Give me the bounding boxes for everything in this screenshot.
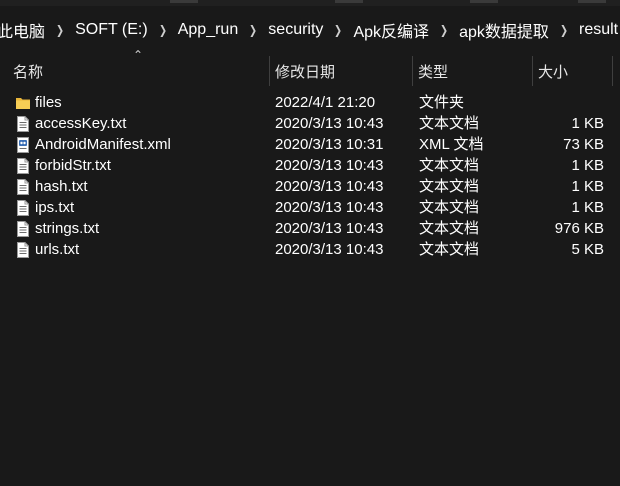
file-type: 文本文档: [419, 199, 480, 216]
text-file-icon: [16, 220, 30, 237]
file-name: files: [35, 94, 62, 111]
file-date: 2020/3/13 10:43: [275, 115, 384, 132]
file-type: 文本文档: [419, 241, 480, 258]
file-size: 1 KB: [571, 115, 604, 132]
ribbon-edge: [0, 0, 620, 6]
file-row[interactable]: AndroidManifest.xml 2020/3/13 10:31 XML …: [0, 134, 620, 155]
file-size: 1 KB: [571, 157, 604, 174]
breadcrumb-item-soft-drive[interactable]: SOFT (E:): [69, 21, 154, 39]
column-header-size-label: 大小: [538, 63, 569, 81]
breadcrumb: 此电脑 ❯ SOFT (E:) ❯ App_run ❯ security ❯ A…: [0, 10, 620, 50]
file-name-cell: files: [16, 92, 62, 113]
text-file-icon: [16, 241, 30, 258]
file-name-cell: hash.txt: [16, 176, 88, 197]
file-row[interactable]: ips.txt 2020/3/13 10:43 文本文档 1 KB: [0, 197, 620, 218]
file-row[interactable]: files 2022/4/1 21:20 文件夹: [0, 92, 620, 113]
file-type: 文本文档: [419, 115, 480, 132]
file-row[interactable]: accessKey.txt 2020/3/13 10:43 文本文档 1 KB: [0, 113, 620, 134]
file-date: 2020/3/13 10:43: [275, 157, 384, 174]
file-name: forbidStr.txt: [35, 157, 111, 174]
file-row[interactable]: urls.txt 2020/3/13 10:43 文本文档 5 KB: [0, 239, 620, 260]
text-file-icon: [16, 115, 30, 132]
column-resize-handle[interactable]: [612, 56, 613, 86]
file-name: AndroidManifest.xml: [35, 136, 171, 153]
file-name: ips.txt: [35, 199, 75, 216]
column-header-date-label: 修改日期: [275, 63, 336, 81]
chevron-right-icon[interactable]: ❯: [557, 23, 571, 37]
chevron-right-icon[interactable]: ❯: [155, 23, 169, 37]
chevron-right-icon[interactable]: ❯: [246, 23, 260, 37]
text-file-icon: [16, 157, 30, 174]
breadcrumb-item-app-run[interactable]: App_run: [172, 21, 245, 39]
chevron-right-icon[interactable]: ❯: [437, 23, 451, 37]
text-file-icon: [16, 199, 30, 216]
file-size: 976 KB: [554, 220, 604, 237]
file-name-cell: ips.txt: [16, 197, 74, 218]
column-header-type-label: 类型: [418, 63, 449, 81]
file-name-cell: accessKey.txt: [16, 113, 126, 134]
file-type: 文本文档: [419, 157, 480, 174]
file-name: hash.txt: [35, 178, 88, 195]
breadcrumb-item-result[interactable]: result: [573, 21, 620, 39]
file-name-cell: forbidStr.txt: [16, 155, 111, 176]
column-header-row: ⌃ 名称 修改日期 类型 大小: [0, 48, 620, 88]
file-date: 2020/3/13 10:31: [275, 136, 384, 153]
column-header-size[interactable]: 大小: [532, 54, 612, 88]
breadcrumb-item-this-pc[interactable]: 此电脑: [0, 18, 51, 42]
file-type: 文本文档: [419, 220, 480, 237]
chevron-right-icon[interactable]: ❯: [331, 23, 345, 37]
column-header-date[interactable]: 修改日期: [269, 54, 412, 88]
file-date: 2020/3/13 10:43: [275, 241, 384, 258]
file-name-cell: AndroidManifest.xml: [16, 134, 171, 155]
file-size: 1 KB: [571, 178, 604, 195]
file-date: 2020/3/13 10:43: [275, 220, 384, 237]
file-size: 73 KB: [563, 136, 604, 153]
file-row[interactable]: forbidStr.txt 2020/3/13 10:43 文本文档 1 KB: [0, 155, 620, 176]
folder-icon: [16, 95, 30, 111]
file-name-cell: urls.txt: [16, 239, 79, 260]
breadcrumb-item-apk-decompile[interactable]: Apk反编译: [347, 18, 435, 42]
file-date: 2020/3/13 10:43: [275, 178, 384, 195]
file-type: 文件夹: [419, 94, 465, 111]
file-row[interactable]: strings.txt 2020/3/13 10:43 文本文档 976 KB: [0, 218, 620, 239]
breadcrumb-item-apk-data-extract[interactable]: apk数据提取: [453, 18, 555, 42]
file-size: 5 KB: [571, 241, 604, 258]
file-list: files 2022/4/1 21:20 文件夹 accessKey.txt 2…: [0, 92, 620, 260]
file-date: 2022/4/1 21:20: [275, 94, 376, 111]
file-type: XML 文档: [419, 136, 484, 153]
text-file-icon: [16, 178, 30, 195]
column-header-name[interactable]: 名称: [7, 54, 269, 88]
file-name: strings.txt: [35, 220, 100, 237]
column-header-name-label: 名称: [13, 63, 44, 81]
file-name-cell: strings.txt: [16, 218, 99, 239]
chevron-right-icon[interactable]: ❯: [53, 23, 67, 37]
xml-file-icon: [16, 136, 30, 153]
breadcrumb-item-security[interactable]: security: [262, 21, 329, 39]
file-name: accessKey.txt: [35, 115, 127, 132]
column-header-type[interactable]: 类型: [412, 54, 532, 88]
file-explorer-window: 此电脑 ❯ SOFT (E:) ❯ App_run ❯ security ❯ A…: [0, 0, 620, 486]
file-date: 2020/3/13 10:43: [275, 199, 384, 216]
file-row[interactable]: hash.txt 2020/3/13 10:43 文本文档 1 KB: [0, 176, 620, 197]
file-name: urls.txt: [35, 241, 80, 258]
file-type: 文本文档: [419, 178, 480, 195]
file-size: 1 KB: [571, 199, 604, 216]
